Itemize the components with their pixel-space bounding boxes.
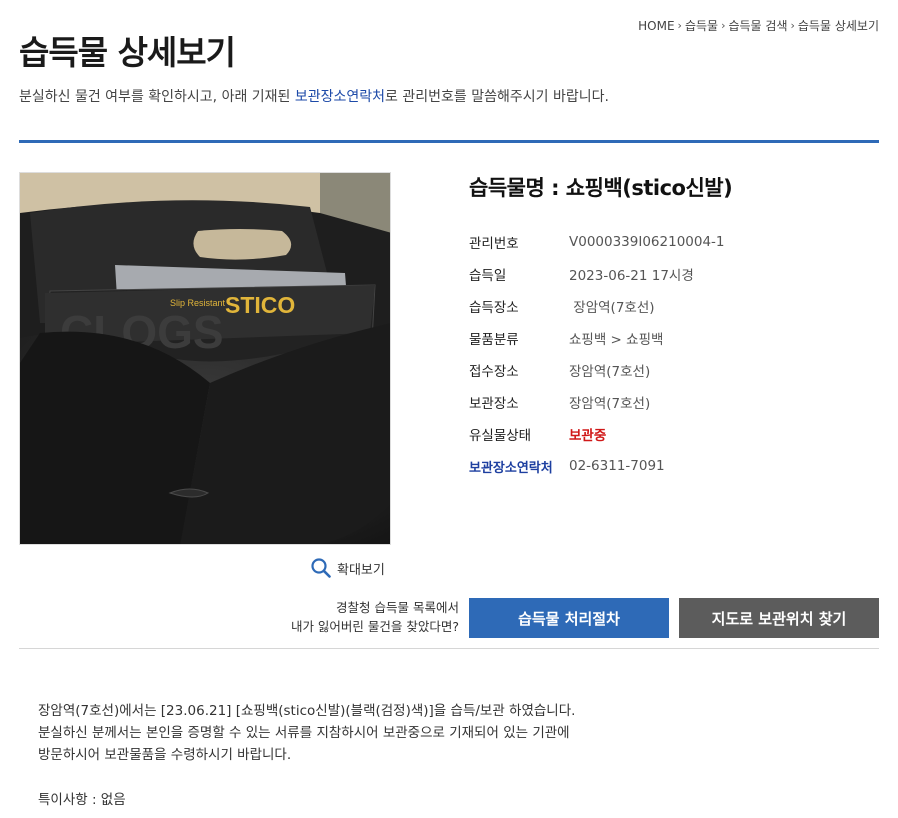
info-row-status: 유실물상태 보관중 — [469, 418, 725, 450]
process-procedure-button[interactable]: 습득물 처리절차 — [469, 598, 669, 638]
info-row-found-date: 습득일 2023-06-21 17시경 — [469, 258, 725, 290]
info-label: 접수장소 — [469, 364, 519, 380]
status-badge: 보관중 — [569, 428, 607, 444]
info-value: V0000339I06210004-1 — [569, 234, 725, 250]
info-row-found-place: 습득장소 장암역(7호선) — [469, 290, 725, 322]
info-row-receipt-place: 접수장소 장암역(7호선) — [469, 354, 725, 386]
info-label: 습득장소 — [469, 300, 519, 316]
notice-line1: 장암역(7호선)에서는 [23.06.21] [쇼핑백(stico신발)(블랙(… — [38, 703, 576, 719]
info-value: 02-6311-7091 — [569, 458, 665, 474]
info-value: 장암역(7호선) — [569, 364, 651, 380]
item-title: 습득물명 : 쇼핑백(stico신발) — [469, 176, 733, 200]
map-location-button[interactable]: 지도로 보관위치 찾기 — [679, 598, 879, 638]
notice-line3: 방문하시어 보관물품을 수령하시기 바랍니다. — [38, 747, 292, 763]
info-label: 보관장소 — [469, 396, 519, 412]
breadcrumb-found-items[interactable]: 습득물 — [685, 17, 718, 34]
page-title: 습득물 상세보기 — [19, 33, 236, 72]
help-text-line2: 내가 잃어버린 물건을 찾았다면? — [290, 619, 459, 634]
zoom-label: 확대보기 — [337, 562, 385, 578]
info-value: 장암역(7호선) — [569, 300, 655, 316]
intro-highlight: 보관장소연락처 — [294, 89, 386, 105]
info-row-storage-place: 보관장소 장암역(7호선) — [469, 386, 725, 418]
breadcrumb-found-search[interactable]: 습득물 검색 — [728, 17, 787, 34]
breadcrumb-home[interactable]: HOME — [638, 19, 674, 33]
info-value: 2023-06-21 17시경 — [569, 268, 694, 284]
section-divider — [19, 648, 879, 649]
magnifier-icon — [311, 558, 331, 578]
zoom-button[interactable]: 확대보기 — [311, 558, 385, 578]
info-label: 습득일 — [469, 268, 507, 284]
info-row-contact: 보관장소연락처 02-6311-7091 — [469, 450, 725, 482]
info-row-management-number: 관리번호 V0000339I06210004-1 — [469, 226, 725, 258]
photo-brand-big: STICO — [225, 292, 295, 318]
info-label: 물품분류 — [469, 332, 519, 348]
help-text-line1: 경찰청 습득물 목록에서 — [336, 600, 459, 615]
intro-text: 분실하신 물건 여부를 확인하시고, 아래 기재된 보관장소연락처로 관리번호를… — [19, 86, 609, 106]
header-divider — [19, 140, 879, 143]
breadcrumb-current[interactable]: 습득물 상세보기 — [798, 17, 879, 34]
info-label: 유실물상태 — [469, 428, 532, 444]
info-value: 쇼핑백 > 쇼핑백 — [569, 332, 664, 348]
info-label: 관리번호 — [469, 236, 519, 252]
help-text: 경찰청 습득물 목록에서 내가 잃어버린 물건을 찾았다면? — [250, 598, 459, 636]
info-value: 장암역(7호선) — [569, 396, 651, 412]
chevron-right-icon: › — [721, 19, 726, 32]
chevron-right-icon: › — [677, 19, 682, 32]
intro-after: 로 관리번호를 말씀해주시기 바랍니다. — [385, 89, 609, 105]
breadcrumb: HOME › 습득물 › 습득물 검색 › 습득물 상세보기 — [638, 17, 879, 34]
info-label: 보관장소연락처 — [469, 460, 553, 476]
chevron-right-icon: › — [790, 19, 795, 32]
notice-text: 장암역(7호선)에서는 [23.06.21] [쇼핑백(stico신발)(블랙(… — [38, 700, 575, 766]
item-photo[interactable]: Slip Resistant STICO CLOGS — [19, 172, 391, 545]
info-row-category: 물품분류 쇼핑백 > 쇼핑백 — [469, 322, 725, 354]
special-notes: 특이사항 : 없음 — [38, 792, 126, 808]
intro-before: 분실하신 물건 여부를 확인하시고, 아래 기재된 — [19, 89, 295, 105]
item-info-list: 관리번호 V0000339I06210004-1 습득일 2023-06-21 … — [469, 226, 725, 482]
notice-line2: 분실하신 분께서는 본인을 증명할 수 있는 서류를 지참하시어 보관중으로 기… — [38, 725, 570, 741]
